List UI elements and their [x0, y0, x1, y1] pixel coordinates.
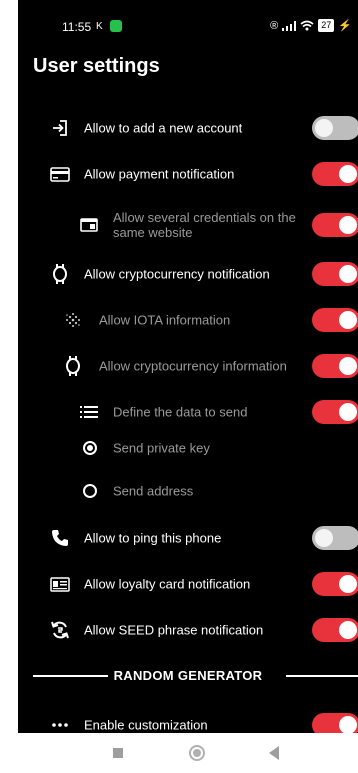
setting-label: Enable customization	[84, 717, 208, 733]
toggle-knob	[339, 357, 357, 375]
toggle-knob	[339, 716, 357, 734]
setting-label: Allow loyalty card notification	[84, 576, 251, 592]
toggle-knob	[339, 265, 357, 283]
setting-label: Define the data to send	[113, 404, 248, 420]
seed-phrase-toggle[interactable]	[312, 618, 358, 642]
payment-notification-toggle[interactable]	[312, 162, 358, 186]
crypto-icon	[62, 355, 84, 377]
home-button[interactable]	[189, 745, 205, 761]
toggle-knob	[339, 216, 357, 234]
radio-send-address[interactable]: Send address	[18, 473, 358, 509]
setting-payment-notification: Allow payment notification	[18, 156, 358, 192]
toggle-knob	[339, 403, 357, 421]
status-time: 11:55	[62, 20, 92, 34]
radio-label: Send address	[113, 483, 194, 499]
credit-card-icon	[49, 163, 71, 185]
iota-icon	[62, 309, 84, 331]
status-k-indicator: K	[96, 21, 103, 32]
toggle-knob	[315, 119, 333, 137]
radio-button-checked[interactable]	[83, 441, 97, 455]
signal-icon	[282, 20, 297, 31]
setting-label: Allow to ping this phone	[84, 530, 222, 546]
back-button[interactable]	[269, 746, 279, 760]
setting-label: Allow payment notification	[84, 166, 235, 182]
radio-label: Send private key	[113, 440, 210, 456]
add-account-toggle[interactable]	[312, 116, 358, 140]
setting-seed-phrase: Allow SEED phrase notification	[18, 612, 358, 648]
registered-icon: ®	[270, 19, 279, 32]
phone-screen: 11:55 K ® 27 ⚡ User settings Allow to ad…	[18, 0, 358, 773]
page-title: User settings	[33, 55, 160, 77]
battery-icon: 27	[318, 19, 335, 32]
iota-information-toggle[interactable]	[312, 308, 358, 332]
setting-define-data: Define the data to send	[18, 394, 358, 430]
status-right-icons: ® 27 ⚡	[270, 19, 352, 32]
several-credentials-toggle[interactable]	[312, 213, 358, 237]
ping-phone-toggle[interactable]	[312, 526, 358, 550]
toggle-knob	[339, 165, 357, 183]
setting-label: Allow cryptocurrency information	[99, 358, 287, 374]
toggle-knob	[339, 311, 357, 329]
setting-ping-phone: Allow to ping this phone	[18, 520, 358, 556]
card-icon	[78, 214, 100, 236]
random-generator-section-header: RANDOM GENERATOR	[18, 664, 358, 688]
setting-label: Allow SEED phrase notification	[84, 622, 264, 638]
setting-label: Allow cryptocurrency notification	[84, 266, 270, 282]
crypto-icon	[49, 263, 71, 285]
setting-crypto-notification: Allow cryptocurrency notification	[18, 256, 358, 292]
setting-loyalty-card: Allow loyalty card notification	[18, 566, 358, 602]
list-icon	[78, 401, 100, 423]
navigation-bar	[18, 733, 358, 773]
setting-several-credentials: Allow several credentials on the same we…	[18, 207, 358, 243]
crypto-information-toggle[interactable]	[312, 354, 358, 378]
setting-iota-information: Allow IOTA information	[18, 302, 358, 338]
toggle-knob	[339, 575, 357, 593]
radio-send-private-key[interactable]: Send private key	[18, 430, 358, 466]
loyalty-card-toggle[interactable]	[312, 572, 358, 596]
setting-add-account: Allow to add a new account	[18, 110, 358, 146]
setting-label: Allow several credentials on the same we…	[113, 210, 296, 240]
setting-label: Allow IOTA information	[99, 312, 231, 328]
login-icon	[49, 117, 71, 139]
sync-icon	[49, 619, 71, 641]
toggle-knob	[339, 621, 357, 639]
define-data-toggle[interactable]	[312, 400, 358, 424]
id-card-icon	[49, 573, 71, 595]
toggle-knob	[315, 529, 333, 547]
recents-button[interactable]	[113, 748, 123, 758]
setting-crypto-information: Allow cryptocurrency information	[18, 348, 358, 384]
wifi-icon	[300, 20, 314, 31]
crypto-notification-toggle[interactable]	[312, 262, 358, 286]
phone-icon	[49, 527, 71, 549]
status-bar: 11:55 K ® 27 ⚡	[18, 0, 358, 44]
divider	[286, 675, 358, 677]
charging-icon: ⚡	[338, 20, 352, 32]
setting-label: Allow to add a new account	[84, 120, 243, 136]
radio-button-unchecked[interactable]	[83, 484, 97, 498]
app-notification-icon	[110, 20, 122, 32]
